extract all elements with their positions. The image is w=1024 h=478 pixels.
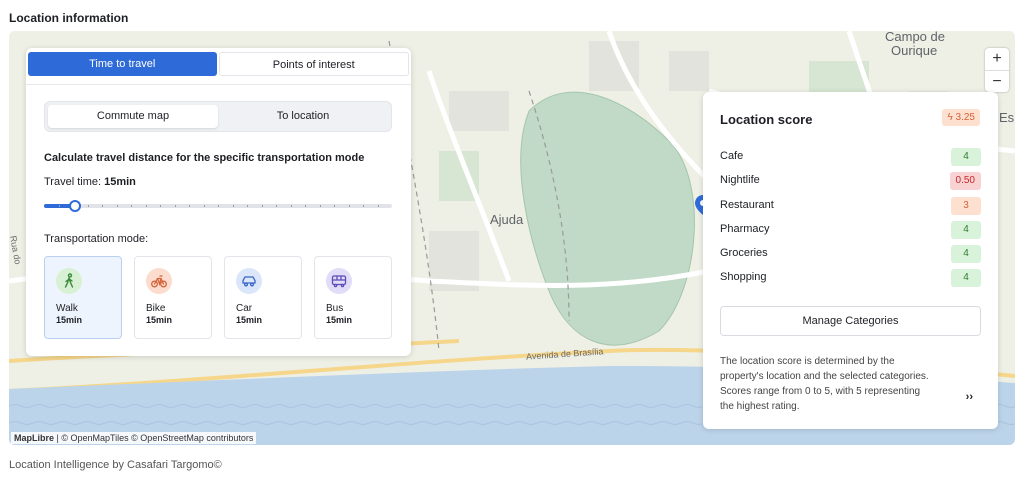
slider-tick	[305, 205, 306, 207]
mode-card-bus[interactable]: Bus 15min	[314, 256, 392, 339]
slider-tick	[247, 205, 248, 207]
slider-tick	[320, 205, 321, 207]
slider-tick	[378, 205, 379, 207]
slider-tick	[102, 205, 103, 207]
mode-time-car: 15min	[236, 315, 263, 325]
score-name-cafe: Cafe	[720, 150, 744, 162]
score-description: The location score is determined by the …	[720, 356, 929, 412]
map-label-es: Es	[999, 110, 1015, 125]
score-value-pharmacy: 4	[951, 221, 981, 239]
travel-time-slider[interactable]	[44, 200, 392, 212]
transport-mode-label: Transportation mode:	[44, 233, 149, 245]
score-row-nightlife: Nightlife 0.50	[720, 172, 981, 190]
tab-points-of-interest[interactable]: Points of interest	[218, 52, 409, 76]
zoom-control: + −	[985, 48, 1009, 92]
travel-time-value: 15min	[104, 176, 136, 188]
maplibre-link[interactable]: MapLibre	[14, 433, 54, 443]
calc-title: Calculate travel distance for the specif…	[44, 152, 365, 164]
score-name-restaurant: Restaurant	[720, 199, 774, 211]
score-row-groceries: Groceries 4	[720, 245, 981, 263]
transport-modes: Walk 15min Bike 15min Car 15min Bus 15mi…	[44, 256, 392, 339]
score-value-shopping: 4	[951, 269, 981, 287]
footer-credit: Location Intelligence by Casafari Targom…	[9, 459, 222, 471]
slider-thumb[interactable]	[69, 200, 81, 212]
bike-icon	[146, 268, 172, 294]
travel-time-label: Travel time:	[44, 176, 105, 188]
slider-tick	[175, 205, 176, 207]
slider-tick	[349, 205, 350, 207]
subtab-commute-map[interactable]: Commute map	[48, 105, 218, 128]
attribution-text[interactable]: | © OpenMapTiles © OpenStreetMap contrib…	[54, 433, 254, 443]
score-name-groceries: Groceries	[720, 247, 768, 259]
slider-tick	[334, 205, 335, 207]
location-score-value: 3.25	[955, 112, 975, 123]
slider-tick	[117, 205, 118, 207]
score-row-shopping: Shopping 4	[720, 269, 981, 287]
travel-panel: Time to travel Points of interest Commut…	[26, 48, 411, 356]
mode-name-car: Car	[236, 303, 253, 314]
walk-icon	[56, 268, 82, 294]
mode-time-walk: 15min	[56, 315, 83, 325]
zoom-in-button[interactable]: +	[985, 48, 1009, 70]
slider-tick	[262, 205, 263, 207]
panel-tabs: Time to travel Points of interest	[28, 52, 409, 76]
travel-time-text: Travel time: 15min	[44, 176, 136, 188]
slider-tick	[204, 205, 205, 207]
mode-name-bike: Bike	[146, 303, 166, 314]
score-value-cafe: 4	[951, 148, 981, 166]
slider-tick	[146, 205, 147, 207]
slider-tick	[189, 205, 190, 207]
subtab-to-location[interactable]: To location	[218, 105, 388, 128]
slider-tick	[363, 205, 364, 207]
score-value-nightlife: 0.50	[949, 172, 981, 190]
slider-tick	[218, 205, 219, 207]
section-title: Location information	[9, 11, 129, 25]
slider-tick	[233, 205, 234, 207]
mode-card-bike[interactable]: Bike 15min	[134, 256, 212, 339]
mode-card-car[interactable]: Car 15min	[224, 256, 302, 339]
map-label-ajuda: Ajuda	[490, 212, 524, 227]
slider-tick	[88, 205, 89, 207]
slider-tick	[291, 205, 292, 207]
score-name-shopping: Shopping	[720, 271, 767, 283]
mode-name-walk: Walk	[56, 303, 78, 314]
mode-time-bike: 15min	[146, 315, 173, 325]
location-score-panel: Location score ϟ 3.25 Cafe 4 Nightlife 0…	[703, 92, 998, 429]
mode-card-walk[interactable]: Walk 15min	[44, 256, 122, 339]
location-score-title: Location score	[720, 112, 813, 127]
map-attribution: MapLibre | © OpenMapTiles © OpenStreetMa…	[11, 432, 257, 444]
score-row-cafe: Cafe 4	[720, 148, 981, 166]
bus-icon	[326, 268, 352, 294]
slider-tick	[131, 205, 132, 207]
lightning-icon: ϟ	[947, 112, 953, 123]
car-icon	[236, 268, 262, 294]
expand-description-button[interactable]: ››	[966, 391, 973, 403]
score-row-pharmacy: Pharmacy 4	[720, 221, 981, 239]
slider-tick	[160, 205, 161, 207]
score-row-restaurant: Restaurant 3	[720, 197, 981, 215]
score-name-pharmacy: Pharmacy	[720, 223, 770, 235]
commute-subtabs: Commute map To location	[44, 101, 392, 132]
mode-name-bus: Bus	[326, 303, 344, 314]
zoom-out-button[interactable]: −	[985, 70, 1009, 92]
tab-time-to-travel[interactable]: Time to travel	[28, 52, 217, 76]
slider-tick	[276, 205, 277, 207]
manage-categories-button[interactable]: Manage Categories	[720, 306, 981, 336]
score-value-groceries: 4	[951, 245, 981, 263]
slider-tick	[59, 205, 60, 207]
divider	[26, 84, 411, 85]
map-label-ourique: Ourique	[891, 43, 938, 58]
score-value-restaurant: 3	[951, 197, 981, 215]
score-name-nightlife: Nightlife	[720, 174, 760, 186]
location-score-badge: ϟ 3.25	[942, 109, 980, 126]
mode-time-bus: 15min	[326, 315, 353, 325]
